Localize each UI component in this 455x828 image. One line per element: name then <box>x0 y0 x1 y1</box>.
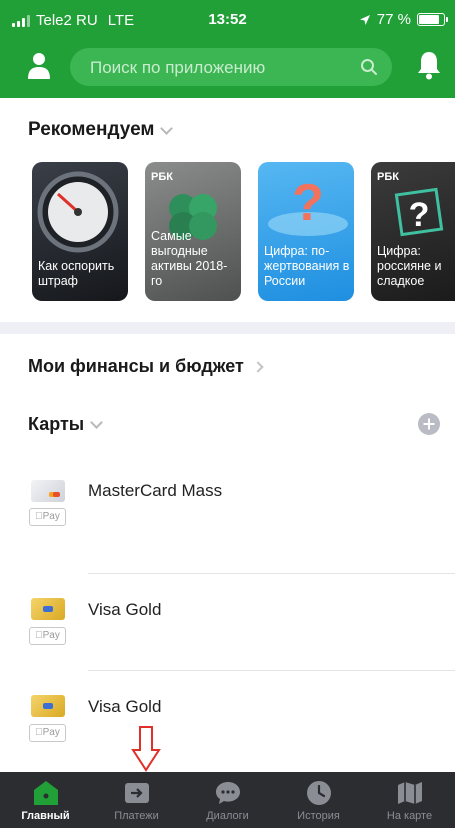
chat-icon <box>215 782 240 804</box>
tab-label: Платежи <box>114 810 159 822</box>
card-name: Visa Gold <box>88 697 162 716</box>
story-card[interactable]: Как оспорить штраф <box>32 162 128 301</box>
card-item[interactable]: Pay Visa Gold <box>0 693 455 753</box>
apple-pay-badge[interactable]: Pay <box>29 508 66 526</box>
search-icon <box>361 59 377 75</box>
finance-link[interactable]: Мои финансы и бюджет <box>28 356 264 377</box>
chevron-down-icon <box>90 416 104 429</box>
svg-text:?: ? <box>409 196 430 234</box>
cards-title: Карты <box>28 414 85 434</box>
story-text: Цифра: по-жертвования в России <box>264 244 350 288</box>
story-text: Цифра: россияне и сладкое <box>377 244 442 288</box>
recommend-title: Рекомендуем <box>28 119 155 140</box>
card-name: MasterCard Mass <box>88 481 223 500</box>
story-text: Как оспорить штраф <box>38 259 115 288</box>
tab-bar: Главный Платежи Диалоги История На карте <box>0 772 455 828</box>
story-card[interactable]: РБК Самые выгодные активы 2018-го <box>145 162 241 301</box>
card-item[interactable]: Pay MasterCard Mass <box>0 476 455 566</box>
mastercard-icon <box>31 480 65 502</box>
apple-pay-badge[interactable]: Pay <box>29 724 66 742</box>
status-right: 77 % <box>359 11 448 28</box>
question-mark-icon: ? <box>268 174 348 236</box>
stories-carousel[interactable]: Как оспорить штраф РБК Самые выгодные ак… <box>32 162 455 302</box>
visa-gold-card-icon <box>31 695 65 717</box>
card-name: Visa Gold <box>88 600 162 619</box>
chevron-right-icon <box>252 360 264 373</box>
location-arrow-icon <box>359 14 370 25</box>
status-bar: Tele2 RU LTE 13:52 77 % <box>0 0 455 40</box>
finance-title: Мои финансы и бюджет <box>28 356 244 376</box>
bell-icon[interactable] <box>417 50 441 80</box>
battery-icon <box>417 13 448 26</box>
tab-dialogs[interactable]: Диалоги <box>182 772 273 828</box>
tab-label: Главный <box>21 810 70 822</box>
tab-home[interactable]: Главный <box>0 772 91 828</box>
svg-text:?: ? <box>292 174 324 232</box>
battery-percent: 77 % <box>376 11 411 28</box>
speedometer-icon <box>37 171 119 253</box>
section-divider <box>0 322 455 334</box>
row-separator <box>88 670 455 671</box>
card-item[interactable]: Pay Visa Gold <box>0 596 455 666</box>
tab-label: Диалоги <box>206 810 249 822</box>
recommend-header[interactable]: Рекомендуем <box>28 119 174 141</box>
search-input[interactable]: Поиск по приложению <box>70 48 392 86</box>
add-card-button[interactable] <box>418 413 440 435</box>
tab-payments[interactable]: Платежи <box>91 772 182 828</box>
payments-icon <box>124 783 149 803</box>
tab-history[interactable]: История <box>273 772 364 828</box>
visa-gold-card-icon <box>31 598 65 620</box>
chevron-down-icon <box>160 121 174 135</box>
annotation-arrow-icon <box>131 726 161 772</box>
tab-label: На карте <box>386 810 433 822</box>
home-icon <box>33 781 58 805</box>
row-separator <box>88 573 455 574</box>
story-card[interactable]: ? Цифра: по-жертвования в России <box>258 162 354 301</box>
clock-icon <box>306 781 331 805</box>
tab-label: История <box>297 810 340 822</box>
story-text: Самые выгодные активы 2018-го <box>151 229 228 288</box>
story-card[interactable]: РБК ? Цифра: россияне и сладкое <box>371 162 455 301</box>
apple-pay-badge[interactable]: Pay <box>29 627 66 645</box>
app-header: Tele2 RU LTE 13:52 77 % Поиск по приложе… <box>0 0 455 98</box>
map-icon <box>397 782 422 804</box>
tab-map[interactable]: На карте <box>364 772 455 828</box>
cards-header[interactable]: Карты <box>28 414 104 435</box>
profile-icon[interactable] <box>26 52 52 80</box>
search-placeholder: Поиск по приложению <box>90 58 266 77</box>
